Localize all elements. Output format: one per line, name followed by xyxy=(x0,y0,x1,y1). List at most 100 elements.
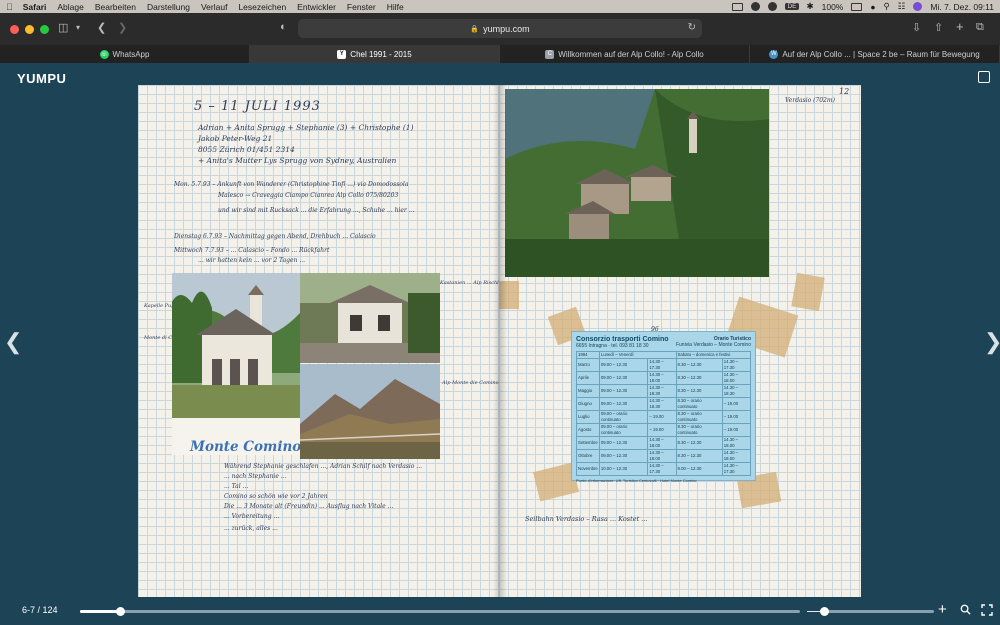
share-icon[interactable]: ⇧ xyxy=(934,21,943,34)
journal-line: ... Tal ... xyxy=(224,483,249,490)
creative-cloud-icon[interactable] xyxy=(751,2,761,11)
notebook-page-left: 5 – 11 JULI 1993 Adrian + Anita Sprugg +… xyxy=(138,85,539,597)
tab-space2be[interactable]: W Auf der Alp Collo ... | Space 2 be – R… xyxy=(750,45,1000,63)
menu-fenster[interactable]: Fenster xyxy=(347,2,376,12)
fullscreen-icon[interactable] xyxy=(981,604,993,616)
timetable-cell-month: Giugno xyxy=(576,397,600,411)
timetable-cell-weekend-afternoon: 14.30 – 18.00 xyxy=(721,449,752,463)
search-icon[interactable] xyxy=(960,604,971,615)
journal-line: Jakob Peter-Weg 21 xyxy=(198,134,273,143)
url-text: yumpu.com xyxy=(483,23,530,34)
tab-label: Chel 1991 - 2015 xyxy=(350,49,412,59)
zoom-slider-handle[interactable] xyxy=(820,607,830,616)
menu-entwickler[interactable]: Entwickler xyxy=(297,2,336,12)
site-icon: C xyxy=(545,49,555,59)
tab-whatsapp[interactable]: ☏ WhatsApp xyxy=(0,45,250,63)
privacy-shield-icon[interactable]: ◐ xyxy=(280,21,287,33)
page-slider-handle[interactable] xyxy=(115,607,125,616)
share-icon[interactable] xyxy=(978,71,990,83)
timetable-cell-weekday-morning: 10.00 – 12.30 xyxy=(598,462,649,476)
journal-line: und wir sind mit Rucksack ... die Erfahr… xyxy=(218,207,415,214)
menu-verlauf[interactable]: Verlauf xyxy=(201,2,227,12)
new-tab-icon[interactable]: + xyxy=(956,19,964,34)
zoom-window-button[interactable] xyxy=(40,24,49,34)
address-bar[interactable]: 🔒 yumpu.com ↻ xyxy=(298,19,702,38)
journal-line: ... zurück, alles ... xyxy=(224,525,278,532)
zoom-in-button[interactable]: + xyxy=(938,601,947,618)
timetable-cell-month: Luglio xyxy=(576,410,600,424)
timetable-cell-weekend-afternoon: – 19.00 xyxy=(721,410,752,424)
timetable-cell-weekday-morning: 09.00 – 12.30 xyxy=(598,371,649,385)
media-play-icon[interactable] xyxy=(768,2,778,11)
timetable-cell-weekend-afternoon: 14.30 – 18.00 xyxy=(721,371,752,385)
yumpu-y-icon: Y xyxy=(337,49,347,59)
timetable-cell-weekday-afternoon: 14.30 – 18.00 xyxy=(647,449,677,463)
tab-overview-icon[interactable]: ⧉ xyxy=(976,21,984,34)
search-icon[interactable]: ⚲ xyxy=(884,1,890,12)
timetable-cell-weekday-afternoon: – 19.00 xyxy=(647,423,677,437)
reload-icon[interactable]: ↻ xyxy=(688,22,696,33)
zoom-out-button[interactable]: — xyxy=(807,603,820,618)
battery-icon[interactable] xyxy=(851,2,863,11)
menu-ablage[interactable]: Ablage xyxy=(57,2,83,12)
timetable-row: Ottobre 09.00 – 12.30 14.30 – 18.00 8.30 – … xyxy=(576,449,752,463)
back-arrow-icon[interactable]: ❮ xyxy=(97,21,106,34)
downloads-icon[interactable]: ⇩ xyxy=(912,21,921,34)
sidebar-toggle-icon[interactable]: ◫ xyxy=(58,21,68,34)
timetable-cell-weekday-afternoon: 14.30 – 18.00 xyxy=(647,371,677,385)
siri-icon[interactable] xyxy=(913,2,923,11)
chevron-down-icon[interactable]: ▾ xyxy=(76,23,80,32)
control-center-icon[interactable]: ☷ xyxy=(898,1,906,12)
zoom-slider[interactable] xyxy=(820,607,934,616)
minimize-window-button[interactable] xyxy=(25,24,34,34)
timetable-cell-month: Aprile xyxy=(576,371,600,385)
menu-safari[interactable]: Safari xyxy=(23,2,47,12)
timetable-cell-weekend-afternoon: 14.30 – 18.30 xyxy=(721,384,752,398)
timetable-cell-weekday-afternoon: 14.30 – 18.00 xyxy=(647,436,677,450)
tab-alp-collo[interactable]: C Willkommen auf der Alp Collo! - Alp Co… xyxy=(500,45,750,63)
journal-line: Während Stephanie geschlafen ..., Adrian… xyxy=(224,463,423,470)
journal-line: Mittwoch 7.7.93 – ... Calascio – Fondo .… xyxy=(174,247,330,254)
page-slider-fill xyxy=(80,610,120,613)
timetable-cell-weekend-morning: 8.30 – orario continuato xyxy=(675,410,723,424)
screen-mirror-icon[interactable] xyxy=(732,2,744,11)
timetable-cell-month: Ottobre xyxy=(576,449,600,463)
timetable-cell-weekend-morning: 8.30 – 12.30 xyxy=(675,384,723,398)
timetable-row: Giugno 09.00 – 12.30 14.30 – 18.30 8.30 – o… xyxy=(576,397,752,411)
lock-icon: 🔒 xyxy=(470,25,480,33)
photo-mountains xyxy=(300,364,440,459)
page-slider[interactable] xyxy=(80,607,800,616)
timetable-cell-weekday-morning: 09.00 – orario continuato xyxy=(598,423,649,437)
previous-page-arrow-icon[interactable]: ❮ xyxy=(4,331,22,353)
timetable-year: 1994 xyxy=(576,351,600,359)
forward-arrow-icon[interactable]: ❯ xyxy=(118,21,127,34)
tape-strip xyxy=(791,272,825,312)
timetable-grid: 1994 Lunedì – Venerdì Sabato – domenica … xyxy=(576,351,752,476)
journal-line: Adrian + Anita Sprugg + Stephanie (3) + … xyxy=(198,123,414,132)
notebook-spread: 5 – 11 JULI 1993 Adrian + Anita Sprugg +… xyxy=(138,85,861,597)
tab-yumpu[interactable]: Y Chel 1991 - 2015 xyxy=(250,45,500,63)
wifi-icon[interactable]: ● xyxy=(870,2,875,12)
timetable-cell-weekend-morning: 8.30 – 12.30 xyxy=(675,371,723,385)
journal-line: 8055 Zürich 01/451 2314 xyxy=(198,145,295,154)
timetable-footer: Punto d'informazione: Uff. Turistico Cen… xyxy=(576,478,697,483)
bluetooth-icon[interactable]: ✱ xyxy=(807,1,814,12)
menu-hilfe[interactable]: Hilfe xyxy=(387,2,404,12)
next-page-arrow-icon[interactable]: ❯ xyxy=(984,331,1000,353)
apple-icon[interactable]:  xyxy=(6,2,13,12)
journal-line: Comino so schön wie vor 2 Jahren xyxy=(224,493,328,500)
menu-darstellung[interactable]: Darstellung xyxy=(147,2,190,12)
menu-bearbeiten[interactable]: Bearbeiten xyxy=(95,2,136,12)
close-window-button[interactable] xyxy=(10,24,19,34)
margin-note: Kastanien ... Alp Rischli xyxy=(440,280,501,286)
timetable-cell-weekend-afternoon: 14.30 – 17.30 xyxy=(721,462,752,476)
page-number: 12 xyxy=(839,87,850,96)
timetable-row: Agosto 09.00 – orario continuato – 19.00 8.… xyxy=(576,423,752,437)
yumpu-logo[interactable]: YUMPU xyxy=(17,71,66,86)
company-name: Consorzio trasporti Comino xyxy=(576,336,669,343)
keyboard-layout-badge[interactable]: DE xyxy=(785,3,799,10)
timetable-cell-month: Marzo xyxy=(576,358,600,372)
menu-lesezeichen[interactable]: Lesezeichen xyxy=(238,2,286,12)
menubar-clock[interactable]: Mi. 7. Dez. 09:11 xyxy=(930,2,994,12)
book-gutter xyxy=(493,85,507,597)
